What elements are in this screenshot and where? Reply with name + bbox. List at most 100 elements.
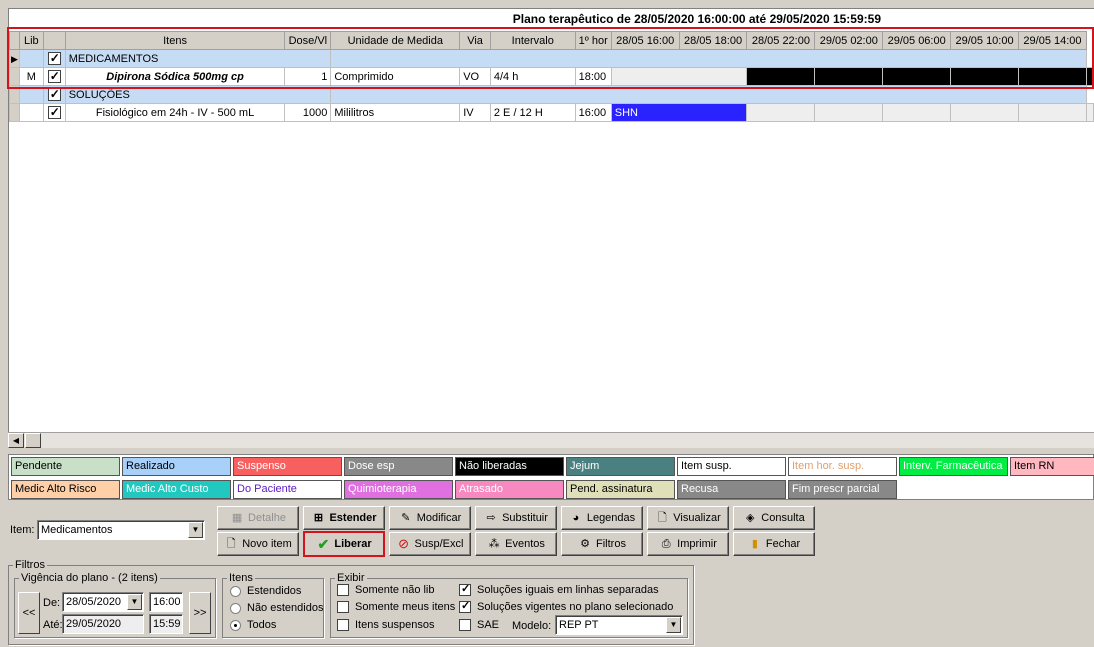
next-period-button[interactable]: >>	[189, 592, 211, 634]
group-label: MEDICAMENTOS	[64, 49, 332, 68]
col-hour-3[interactable]: 28/05 22:00	[746, 31, 816, 50]
de-time-field[interactable]: 16:00	[149, 592, 183, 612]
hour-cell[interactable]	[950, 67, 1019, 86]
hour-cell[interactable]	[1086, 103, 1094, 122]
item-checkbox[interactable]	[42, 67, 66, 86]
solucoes-vigentes-checkbox[interactable]: Soluções vigentes no plano selecionado	[459, 599, 673, 613]
scroll-left-icon[interactable]: ◀	[8, 433, 24, 448]
col-hour-6[interactable]: 29/05 10:00	[950, 31, 1019, 50]
somente-meus-itens-checkbox[interactable]: Somente meus itens	[337, 601, 455, 613]
hour-cell[interactable]	[610, 67, 748, 86]
legend-item: Atrasado	[455, 480, 564, 499]
interval-cell: 2 E / 12 H	[489, 103, 576, 122]
col-first-hour[interactable]: 1º hor	[574, 31, 612, 50]
chevron-down-icon[interactable]: ▼	[188, 522, 203, 538]
modificar-button[interactable]: ✎ Modificar	[389, 506, 471, 530]
novo-item-button[interactable]: 🗋 Novo item	[217, 532, 299, 556]
item-name: Fisiológico em 24h - IV - 500 mL	[64, 103, 286, 122]
first-hour-cell: 16:00	[574, 103, 612, 122]
solucoes-iguais-checkbox[interactable]: Soluções iguais em linhas separadas	[459, 582, 659, 596]
row-indicator-header	[9, 31, 20, 50]
vigencia-title: Vigência do plano - (2 itens)	[21, 572, 158, 584]
imprimir-button[interactable]: ⎙ Imprimir	[647, 532, 729, 556]
chevron-down-icon[interactable]: ▼	[666, 617, 681, 633]
sae-checkbox[interactable]: SAE	[459, 619, 499, 631]
radio-nao-estendidos[interactable]: Não estendidos	[230, 602, 323, 614]
eventos-button[interactable]: ⁂ Eventos	[475, 532, 557, 556]
chevron-down-icon[interactable]: ▼	[127, 594, 142, 610]
hour-cell[interactable]: SHN	[610, 103, 748, 122]
hour-cell[interactable]	[882, 67, 952, 86]
col-intervalo[interactable]: Intervalo	[489, 31, 576, 50]
prohibited-icon: ⊘	[398, 536, 409, 551]
group-row[interactable]: SOLUÇÕES	[9, 85, 1094, 104]
somente-nao-lib-checkbox[interactable]: Somente não lib	[337, 584, 435, 596]
events-icon: ⁂	[488, 538, 500, 550]
substituir-button[interactable]: ⇨ Substituir	[475, 506, 557, 530]
hour-cell[interactable]	[1017, 67, 1088, 86]
printer-icon: ⎙	[661, 538, 671, 550]
modelo-label: Modelo:	[512, 620, 552, 632]
group-checkbox[interactable]	[42, 49, 66, 68]
legendas-button[interactable]: ◕ Legendas	[561, 506, 643, 530]
hour-cell[interactable]	[814, 103, 884, 122]
legend-item: Quimioterapia	[344, 480, 453, 499]
susp-excl-button[interactable]: ⊘ Susp/Excl	[389, 532, 471, 556]
door-exit-icon: ▮	[751, 538, 758, 550]
de-date-field[interactable]: 28/05/2020 ▼	[62, 592, 144, 612]
col-via[interactable]: Via	[459, 31, 491, 50]
dose-cell: 1	[284, 67, 332, 86]
hour-cell[interactable]	[814, 67, 884, 86]
consulta-button[interactable]: ◈ Consulta	[733, 506, 815, 530]
item-select-value: Medicamentos	[41, 524, 113, 536]
estender-button[interactable]: ⊞ Estender	[303, 506, 385, 530]
legend-item: Recusa	[677, 480, 786, 499]
via-cell: VO	[459, 67, 491, 86]
via-cell: IV	[459, 103, 491, 122]
radio-estendidos[interactable]: Estendidos	[230, 585, 301, 597]
legend-item: Item hor. susp.	[788, 457, 897, 476]
hour-cell[interactable]	[1086, 67, 1094, 86]
liberar-button[interactable]: ✔ Liberar	[303, 531, 385, 557]
col-unidade[interactable]: Unidade de Medida	[330, 31, 461, 50]
detalhe-button[interactable]: ▦ Detalhe	[217, 506, 299, 530]
visualizar-button[interactable]: 🗋 Visualizar	[647, 506, 729, 530]
prev-period-button[interactable]: <<	[18, 592, 40, 634]
unit-cell: Mililitros	[330, 103, 461, 122]
group-row[interactable]: ▶ MEDICAMENTOS	[9, 49, 1094, 68]
filtros-button[interactable]: ⚙ Filtros	[561, 532, 643, 556]
col-lib[interactable]: Lib	[18, 31, 44, 50]
hour-cell[interactable]	[746, 103, 816, 122]
table-row[interactable]: Fisiológico em 24h - IV - 500 mL 1000 Mi…	[9, 103, 1094, 122]
hour-cell[interactable]	[950, 103, 1019, 122]
col-hour-5[interactable]: 29/05 06:00	[882, 31, 952, 50]
item-select[interactable]: Medicamentos ▼	[37, 520, 205, 540]
hour-cell[interactable]	[882, 103, 952, 122]
col-hour-4[interactable]: 29/05 02:00	[814, 31, 884, 50]
horizontal-scrollbar[interactable]: ◀	[8, 432, 1094, 448]
table-row[interactable]: M Dipirona Sódica 500mg cp 1 Comprimido …	[9, 67, 1094, 86]
hour-cell[interactable]	[746, 67, 816, 86]
col-itens[interactable]: Itens	[64, 31, 286, 50]
exibir-title: Exibir	[337, 572, 365, 584]
legend-item: Dose esp	[344, 457, 453, 476]
de-label: De:	[43, 597, 61, 609]
hour-cell[interactable]	[1017, 103, 1088, 122]
first-hour-cell: 18:00	[574, 67, 612, 86]
edit-icon: ✎	[401, 512, 411, 524]
modelo-select[interactable]: REP PT ▼	[555, 615, 683, 635]
col-dose[interactable]: Dose/Vl	[284, 31, 332, 50]
item-checkbox[interactable]	[42, 103, 66, 122]
scroll-thumb[interactable]	[25, 433, 41, 448]
legend-item: Do Paciente	[233, 480, 342, 499]
itens-suspensos-checkbox[interactable]: Itens suspensos	[337, 619, 435, 631]
radio-todos[interactable]: Todos	[230, 619, 276, 631]
col-hour-7[interactable]: 29/05 14:00	[1017, 31, 1088, 50]
item-select-label: Item:	[10, 524, 35, 536]
group-checkbox[interactable]	[42, 85, 66, 104]
legend-item: Suspenso	[233, 457, 342, 476]
col-hour-1[interactable]: 28/05 16:00	[610, 31, 680, 50]
fechar-button[interactable]: ▮ Fechar	[733, 532, 815, 556]
col-hour-2[interactable]: 28/05 18:00	[678, 31, 748, 50]
plan-table: Lib Itens Dose/Vl Unidade de Medida Via …	[9, 31, 1094, 122]
